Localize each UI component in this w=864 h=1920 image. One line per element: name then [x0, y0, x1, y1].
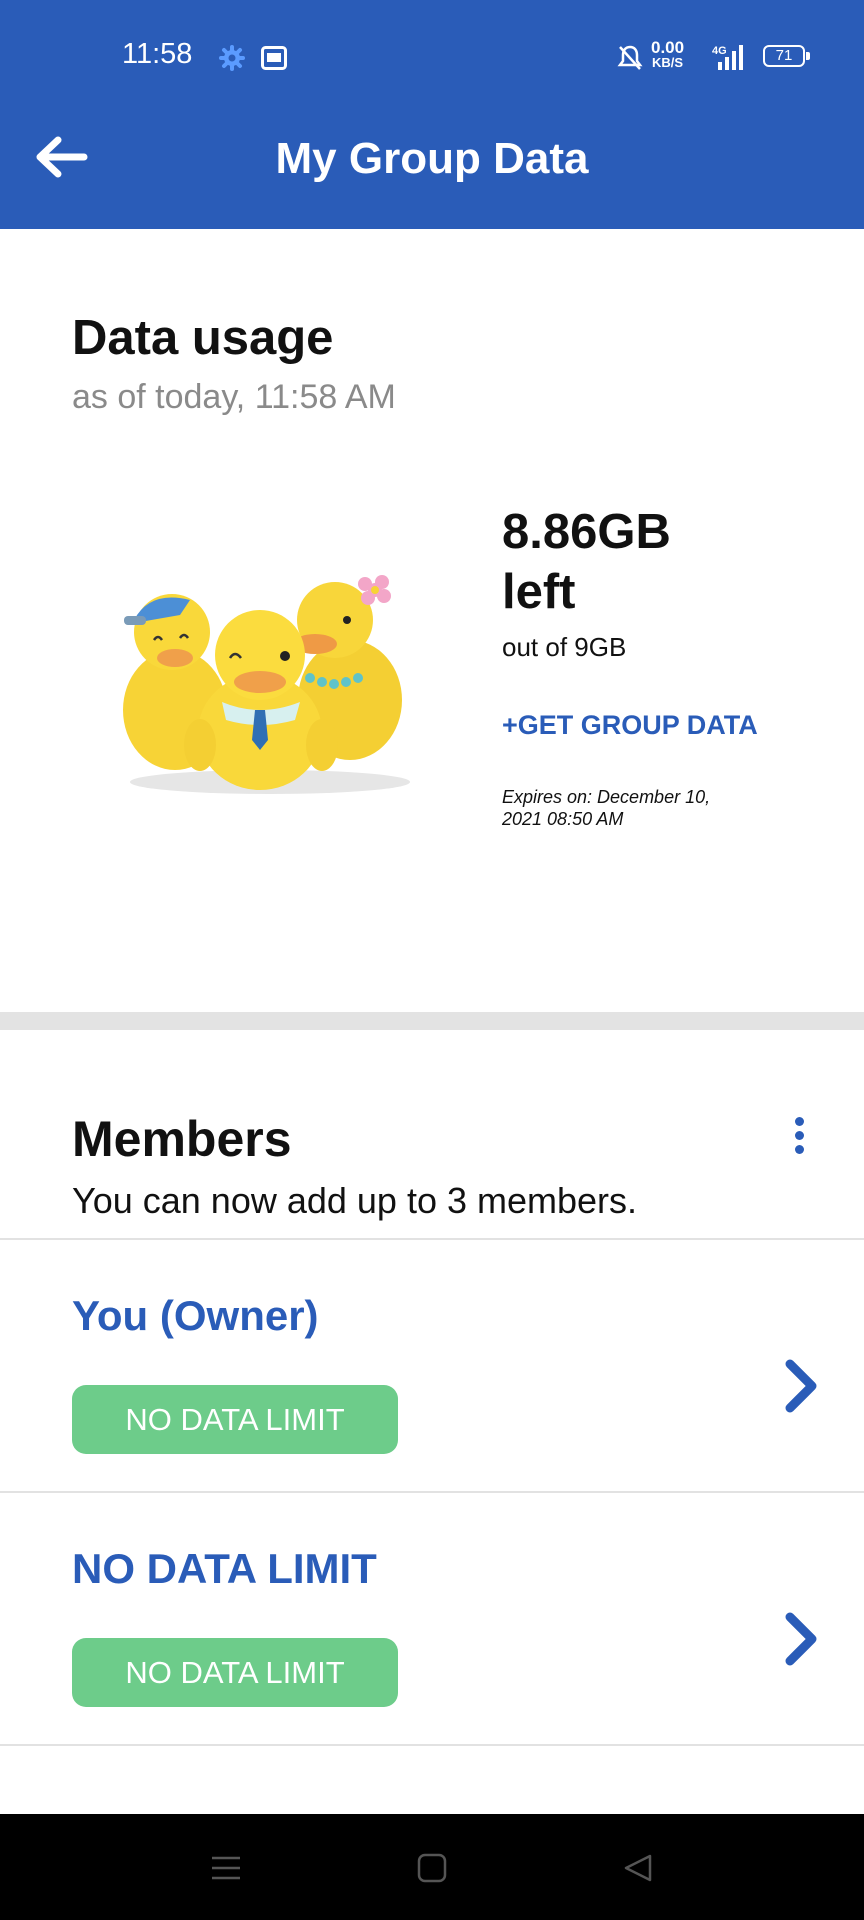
signal-icon: 4G: [712, 45, 743, 70]
system-nav-bar: [0, 1814, 864, 1920]
data-limit-badge: NO DATA LIMIT: [72, 1385, 398, 1454]
divider: [0, 1744, 864, 1746]
svg-text:4G: 4G: [712, 45, 727, 57]
net-speed-unit: KB/S: [652, 55, 684, 70]
battery-icon: 71: [763, 45, 810, 67]
data-left-amount: 8.86GB left: [502, 502, 742, 622]
amount-left-label: left: [502, 565, 576, 619]
net-speed-value: 0.00: [651, 38, 685, 57]
member-name: You (Owner): [72, 1292, 319, 1339]
amount-value: 8.86GB: [502, 505, 671, 559]
settings-icon: [219, 45, 245, 71]
status-time: 11:58: [122, 38, 193, 70]
data-total: out of 9GB: [502, 632, 627, 662]
back-triangle-icon[interactable]: [622, 1852, 654, 1884]
get-group-data-link[interactable]: +GET GROUP DATA: [502, 710, 758, 741]
usage-title: Data usage: [72, 311, 334, 365]
more-vert-icon[interactable]: [788, 1117, 810, 1161]
chevron-right-icon: [785, 1612, 817, 1666]
members-title: Members: [72, 1111, 292, 1167]
data-limit-badge: NO DATA LIMIT: [72, 1638, 398, 1707]
member-row-owner[interactable]: You (Owner) NO DATA LIMIT: [0, 1240, 864, 1492]
usage-subtitle: as of today, 11:58 AM: [72, 378, 396, 416]
menu-icon[interactable]: [210, 1852, 242, 1884]
section-divider: [0, 1012, 864, 1030]
page-title: My Group Data: [275, 134, 589, 183]
app-bar: 11:58 0.00 KB/S 4G 71 My Group Data: [0, 0, 864, 229]
chevron-right-icon: [785, 1359, 817, 1413]
network-speed: 0.00 KB/S: [651, 38, 685, 70]
home-square-icon[interactable]: [417, 1852, 447, 1884]
member-row-second[interactable]: NO DATA LIMIT NO DATA LIMIT: [0, 1493, 864, 1745]
ducks-illustration: [123, 575, 410, 794]
bell-muted-icon: [617, 45, 643, 70]
expiry-date: Expires on: December 10, 2021 08:50 AM: [502, 787, 711, 829]
members-subtitle: You can now add up to 3 members.: [72, 1180, 638, 1221]
screenshot-icon: [261, 46, 287, 70]
member-name: NO DATA LIMIT: [72, 1545, 377, 1592]
